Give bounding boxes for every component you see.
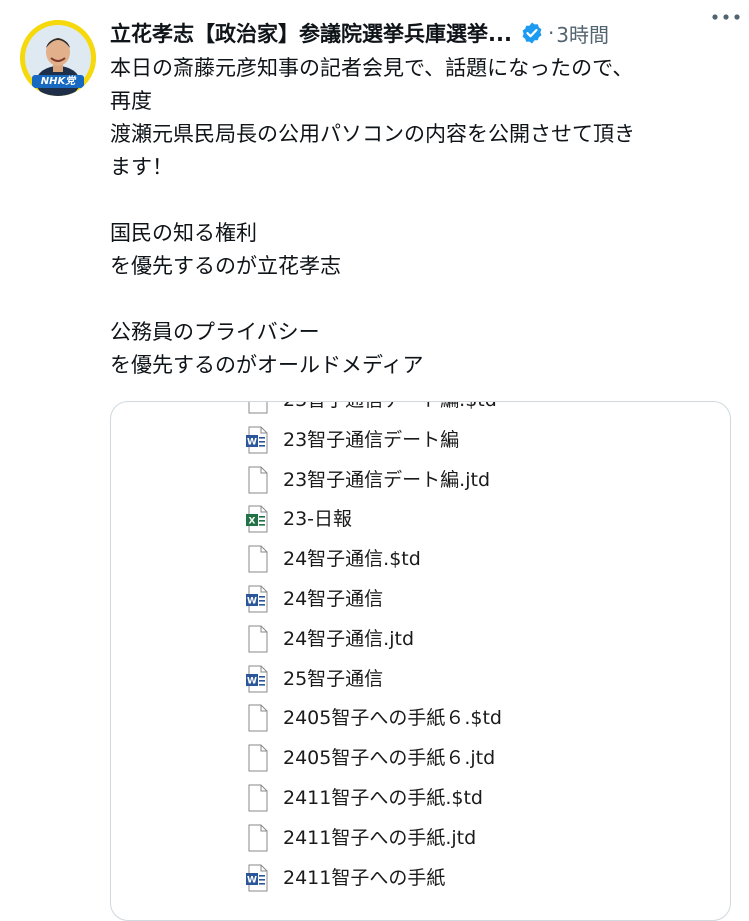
tweet-text-line: を優先するのがオールドメディア — [110, 353, 424, 377]
generic-file-icon — [248, 744, 268, 772]
file-list-item: 2411智子への手紙.jtd — [111, 818, 730, 858]
tweet-text-line: を優先するのが立花孝志 — [110, 254, 341, 278]
file-name: 2405智子への手紙６.$td — [283, 707, 502, 730]
generic-file-icon — [248, 784, 268, 812]
word-document-icon: W — [246, 426, 268, 454]
file-name: 25智子通信 — [283, 667, 384, 690]
tweet-text-line: 再度 — [110, 89, 152, 113]
file-name: 23-日報 — [283, 508, 353, 531]
generic-file-icon — [248, 625, 268, 653]
file-name: 23智子通信デート編 — [283, 428, 460, 451]
tweet-timestamp[interactable]: 3時間 — [556, 19, 609, 48]
verified-badge-icon — [522, 22, 542, 44]
tweet-text-line: 国民の知る権利 — [110, 221, 257, 245]
generic-file-icon — [248, 545, 268, 573]
file-name: 2405智子への手紙６.jtd — [283, 747, 496, 770]
file-list-item: 2405智子への手紙６.$td — [111, 698, 730, 738]
file-name: 23智子通信デート編.jtd — [283, 468, 491, 491]
file-name: 2411智子への手紙.jtd — [283, 826, 477, 849]
tweet-text-line: ​ — [110, 184, 738, 217]
file-name: 23智子通信デート編.$td — [283, 402, 497, 414]
file-name: 24智子通信.jtd — [283, 627, 415, 650]
tweet-text-line: 本日の斎藤元彦知事の記者会見で、話題になったので、 — [110, 56, 634, 80]
file-name: 24智子通信 — [283, 587, 384, 610]
svg-text:X: X — [249, 517, 256, 527]
file-list-item: W 24智子通信 — [111, 579, 730, 619]
svg-text:W: W — [247, 875, 257, 885]
tweet-header: 立花孝志【政治家】参議院選挙兵庫選挙... · 3時間 — [110, 16, 740, 50]
generic-file-icon — [248, 824, 268, 852]
tweet-media-image[interactable]: 23智子通信デート編.$td W 23智子通信デート編 23智子通信デート編.jtd X… — [110, 401, 731, 921]
svg-text:W: W — [247, 596, 257, 606]
file-list-item: 2405智子への手紙６.jtd — [111, 738, 730, 778]
author-display-name[interactable]: 立花孝志【政治家】参議院選挙兵庫選挙... — [110, 18, 512, 48]
tweet-text-line: ます！ — [110, 155, 173, 179]
file-list-item: 23智子通信デート編.$td — [111, 402, 730, 420]
file-list-item: W 25智子通信 — [111, 659, 730, 699]
svg-text:W: W — [247, 676, 257, 686]
generic-file-icon — [248, 466, 268, 494]
file-list: 23智子通信デート編.$td W 23智子通信デート編 23智子通信デート編.jtd X… — [111, 402, 730, 898]
word-document-icon: W — [246, 665, 268, 693]
tweet-text-line: ​ — [110, 283, 738, 316]
generic-file-icon — [248, 402, 268, 414]
file-list-item: 24智子通信.jtd — [111, 619, 730, 659]
word-document-icon: W — [246, 864, 268, 892]
file-name: 24智子通信.$td — [283, 548, 421, 571]
file-list-item: W 2411智子への手紙 — [111, 858, 730, 898]
tweet-text: 本日の斎藤元彦知事の記者会見で、話題になったので、 再度 渡瀬元県民局長の公用パ… — [110, 52, 738, 382]
file-list-item: 2411智子への手紙.$td — [111, 778, 730, 818]
file-list-item: 23智子通信デート編.jtd — [111, 460, 730, 500]
file-name: 2411智子への手紙.$td — [283, 786, 483, 809]
tweet-text-line: 公務員のプライバシー — [110, 320, 320, 344]
excel-spreadsheet-icon: X — [246, 505, 268, 533]
author-avatar[interactable]: NHK党 — [20, 20, 96, 96]
svg-text:W: W — [247, 437, 257, 447]
file-list-item: W 23智子通信デート編 — [111, 420, 730, 460]
avatar-badge: NHK党 — [32, 75, 84, 88]
file-list-item: 24智子通信.$td — [111, 539, 730, 579]
more-horizontal-icon[interactable] — [711, 8, 741, 26]
header-separator: · — [547, 21, 555, 45]
file-list-item: X 23-日報 — [111, 499, 730, 539]
tweet-text-line: 渡瀬元県民局長の公用パソコンの内容を公開させて頂き — [110, 122, 635, 146]
word-document-icon: W — [246, 585, 268, 613]
file-name: 2411智子への手紙 — [283, 866, 446, 889]
generic-file-icon — [248, 704, 268, 732]
